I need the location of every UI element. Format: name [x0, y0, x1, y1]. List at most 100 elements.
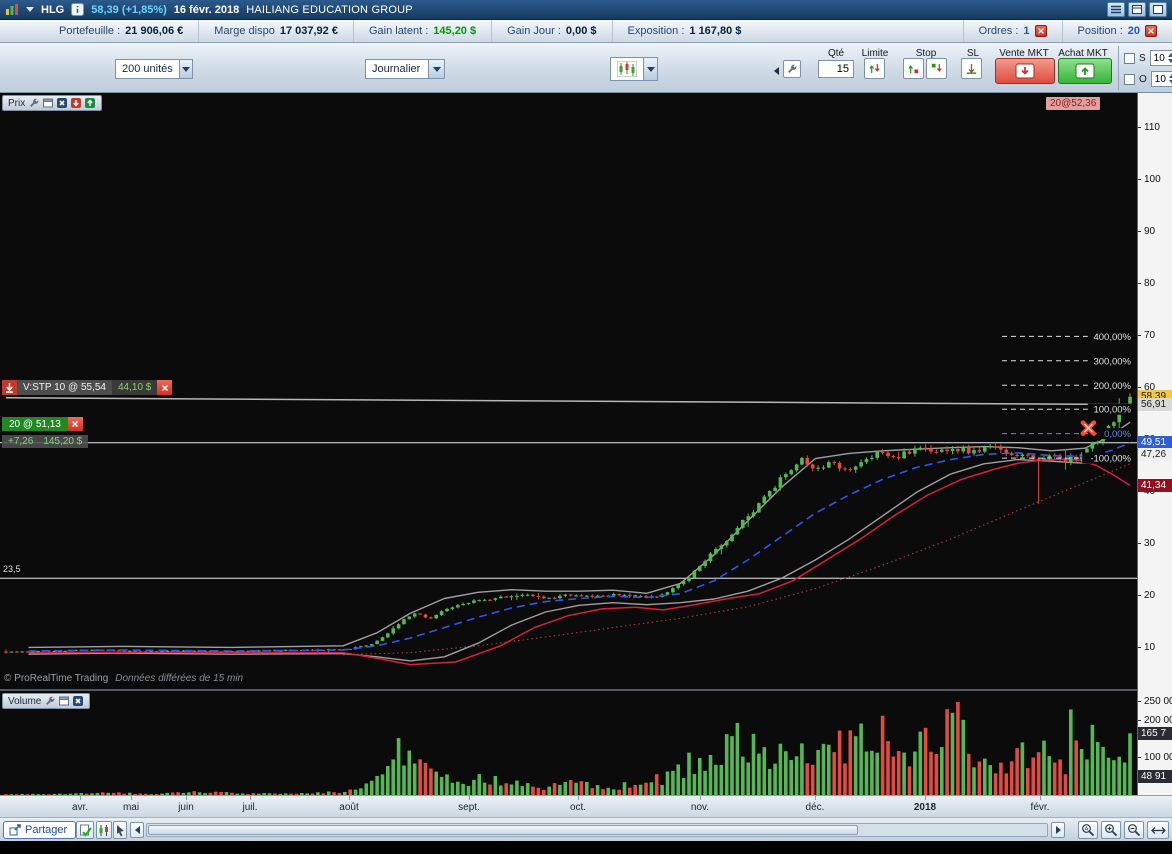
- status-field: Position : 20: [1061, 20, 1172, 42]
- side-checkbox[interactable]: [1124, 52, 1135, 64]
- side-qty-spinner[interactable]: [1150, 71, 1172, 87]
- volume-tag: 48 91: [1138, 770, 1172, 784]
- lower-band-line[interactable]: [28, 454, 1131, 662]
- scroll-right-button[interactable]: [1051, 822, 1065, 838]
- price-axis-tick: 70: [1138, 330, 1172, 342]
- cancel-order-button[interactable]: [157, 380, 173, 395]
- titlebar: HLG 58,39 (+1,85%) 16 févr. 2018 HAILIAN…: [0, 0, 1172, 20]
- collapse-order-panel-arrow[interactable]: [774, 67, 779, 75]
- close-icon[interactable]: [72, 695, 84, 707]
- stop-order-arrow-icon: [2, 380, 17, 395]
- stop-buy-button[interactable]: [903, 58, 924, 79]
- status-field-value: 20: [1127, 25, 1140, 37]
- time-axis[interactable]: avr. mai juin juil. août sept. oct. nov. déc. 201…: [0, 795, 1172, 817]
- qty-input[interactable]: [818, 60, 854, 78]
- status-field: Ordres : 1: [962, 20, 1062, 42]
- stop-order-text: V:STP 10 @ 55,54: [17, 380, 112, 395]
- open-position-tag[interactable]: 20 @ 51,13: [2, 417, 83, 431]
- sl-order-button[interactable]: [961, 58, 982, 79]
- validate-button[interactable]: [76, 821, 94, 839]
- side-qty-spinner[interactable]: [1149, 50, 1172, 66]
- candlestick-mode-button[interactable]: [96, 821, 112, 839]
- pointer-mode-button[interactable]: [113, 821, 127, 839]
- status-field-label: Portefeuille :: [59, 25, 121, 37]
- sell-stop-icon: [931, 63, 942, 72]
- sell-market-button[interactable]: [995, 58, 1055, 84]
- close-position-button[interactable]: [67, 417, 83, 431]
- spinner-arrows-icon[interactable]: [1168, 53, 1172, 63]
- timeframe-select-arrow-icon[interactable]: [428, 60, 444, 78]
- entry-marker-icon[interactable]: [1080, 420, 1097, 436]
- percent-level-label: 200,00%: [1093, 381, 1131, 392]
- red-ma-line[interactable]: [28, 458, 1131, 666]
- price-axis-tick: 30: [1138, 538, 1172, 550]
- wrench-icon[interactable]: [44, 695, 56, 707]
- time-axis-month: sept.: [458, 802, 480, 813]
- chart-type-arrow-icon[interactable]: [643, 58, 657, 80]
- time-axis-month: 2018: [913, 802, 937, 813]
- price-tag: 41,34: [1138, 478, 1172, 492]
- volume-chart[interactable]: [0, 691, 1137, 795]
- horizontal-scrollbar[interactable]: [146, 823, 1048, 837]
- zoom-out-button[interactable]: [1124, 821, 1144, 839]
- units-select-arrow-icon[interactable]: [178, 60, 192, 78]
- price-axis-tick: 100: [1138, 174, 1172, 186]
- percent-level-label: -100,00%: [1090, 454, 1131, 465]
- chart-type-button[interactable]: [610, 57, 658, 81]
- window-icon[interactable]: [42, 97, 54, 109]
- trendline[interactable]: [5, 397, 1131, 406]
- info-icon[interactable]: [71, 3, 85, 16]
- close-all-button[interactable]: [1145, 25, 1157, 37]
- units-select[interactable]: 200 unités: [115, 59, 193, 79]
- pending-stop-order-tag[interactable]: V:STP 10 @ 55,54 44,10 $: [2, 380, 173, 395]
- right-axis[interactable]: 11010090807060504030201058,3956,9149,514…: [1137, 93, 1172, 795]
- percent-level-label: 100,00%: [1093, 405, 1131, 416]
- side-checkbox[interactable]: [1124, 73, 1135, 85]
- limit-order-button[interactable]: [864, 58, 885, 79]
- move-down-icon[interactable]: [70, 97, 82, 109]
- symbol-label[interactable]: HLG: [41, 4, 64, 16]
- new-window-icon[interactable]: [1149, 2, 1167, 17]
- status-field-label: Position :: [1077, 25, 1123, 37]
- close-all-button[interactable]: [1034, 25, 1047, 37]
- price-pane-title: Prix: [8, 97, 26, 109]
- status-field-value: 145,20 $: [433, 25, 477, 37]
- close-icon[interactable]: [56, 97, 68, 109]
- time-axis-month: nov.: [690, 802, 710, 813]
- candlesticks[interactable]: [4, 393, 1132, 654]
- scroll-left-button[interactable]: [130, 822, 144, 838]
- blue-ma-dashed-line[interactable]: [28, 442, 1131, 652]
- share-button[interactable]: Partager: [3, 821, 77, 839]
- stop-sell-button[interactable]: [926, 58, 947, 79]
- candlestick-icon: [99, 824, 108, 836]
- wrench-icon[interactable]: [28, 97, 40, 109]
- long-ma-dotted-line[interactable]: [343, 463, 1131, 656]
- status-field-value: 21 906,06 €: [125, 25, 184, 37]
- window-icon[interactable]: [58, 695, 70, 707]
- fit-chart-button[interactable]: [1147, 821, 1169, 839]
- side-qty-input[interactable]: [1154, 73, 1169, 85]
- auto-zoom-button[interactable]: A: [1078, 821, 1098, 839]
- position-text: 20 @ 51,13: [2, 417, 68, 431]
- status-field-label: Marge dispo: [214, 25, 275, 37]
- status-field: Portefeuille : 21 906,06 €: [44, 20, 198, 42]
- side-checkbox-label: S: [1139, 52, 1146, 64]
- scrollbar-thumb[interactable]: [148, 825, 858, 835]
- move-up-icon[interactable]: [84, 97, 96, 109]
- panel-layout-icon[interactable]: [1128, 2, 1146, 17]
- volume-bars[interactable]: [4, 702, 1132, 795]
- timeframe-select[interactable]: Journalier: [365, 59, 445, 79]
- menu-lines-icon[interactable]: [1107, 2, 1125, 17]
- close-icon: [1037, 28, 1044, 34]
- side-qty-input[interactable]: [1153, 52, 1168, 64]
- symbol-dropdown-caret[interactable]: [26, 7, 34, 12]
- buy-market-button[interactable]: [1058, 58, 1112, 84]
- time-axis-tick: [469, 796, 470, 800]
- order-side-row: O: [1124, 71, 1172, 87]
- status-field: Marge dispo 17 037,92 €: [198, 20, 353, 42]
- zoom-in-button[interactable]: [1101, 821, 1121, 839]
- volume-axis-tick: 250 00: [1138, 696, 1172, 708]
- order-settings-button[interactable]: [783, 60, 801, 78]
- company-name: HAILIANG EDUCATION GROUP: [246, 3, 413, 16]
- volume-axis-tick: 100 00: [1138, 752, 1172, 764]
